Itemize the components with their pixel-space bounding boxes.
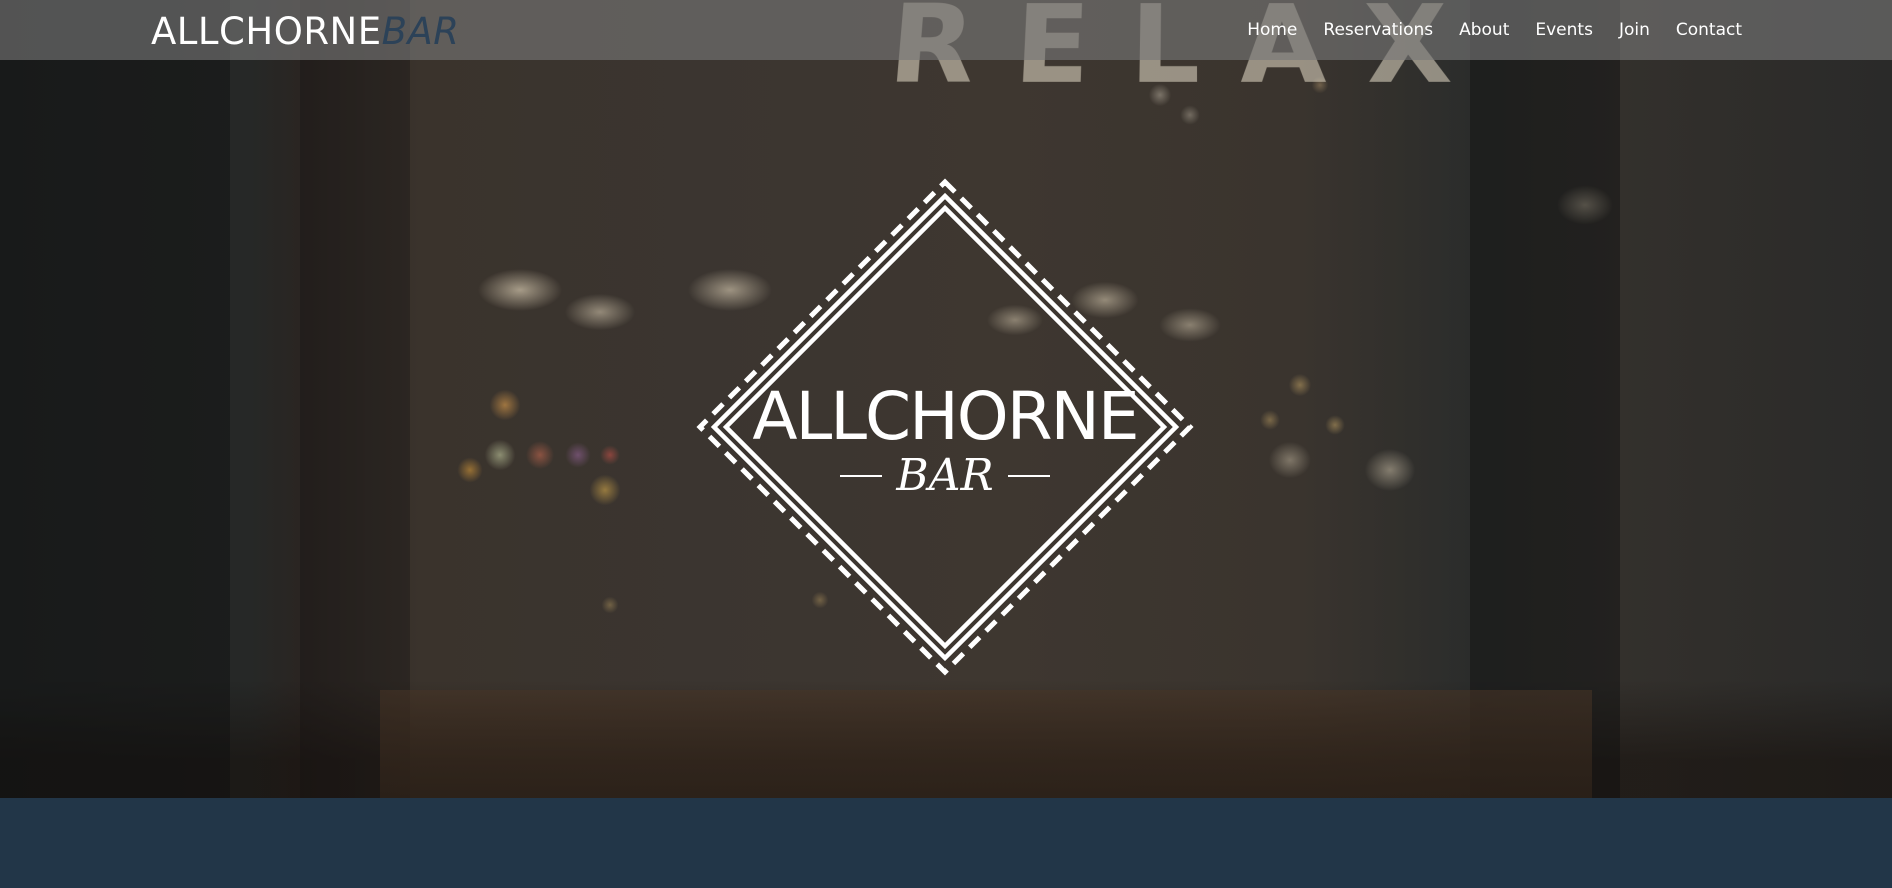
nav-join[interactable]: Join bbox=[1619, 18, 1650, 42]
nav-events[interactable]: Events bbox=[1535, 18, 1593, 42]
brand-secondary: BAR bbox=[382, 13, 460, 50]
logo-subtitle-text: BAR bbox=[896, 454, 993, 498]
nav-home[interactable]: Home bbox=[1247, 18, 1297, 42]
logo-dash-right bbox=[1008, 475, 1050, 477]
nav-contact[interactable]: Contact bbox=[1676, 18, 1742, 42]
nav-about[interactable]: About bbox=[1459, 18, 1509, 42]
hero-section: RELAX ALLCHORNE BAR bbox=[0, 0, 1892, 798]
window-frame-right bbox=[1470, 0, 1620, 798]
logo-subtitle: BAR bbox=[694, 454, 1196, 498]
nav-reservations[interactable]: Reservations bbox=[1323, 18, 1433, 42]
hero-logo: ALLCHORNE BAR bbox=[694, 176, 1196, 678]
window-pillar bbox=[300, 0, 410, 798]
logo-dash-left bbox=[840, 475, 882, 477]
top-navbar: ALLCHORNE BAR Home Reservations About Ev… bbox=[0, 0, 1892, 60]
content-section bbox=[0, 798, 1892, 888]
main-nav: Home Reservations About Events Join Cont… bbox=[1221, 18, 1742, 42]
bar-counter bbox=[380, 690, 1592, 798]
window-frame-left bbox=[0, 0, 230, 798]
brand-primary: ALLCHORNE bbox=[151, 13, 382, 50]
brand-logo-link[interactable]: ALLCHORNE BAR bbox=[151, 8, 460, 50]
logo-wordmark: ALLCHORNE bbox=[694, 384, 1196, 450]
